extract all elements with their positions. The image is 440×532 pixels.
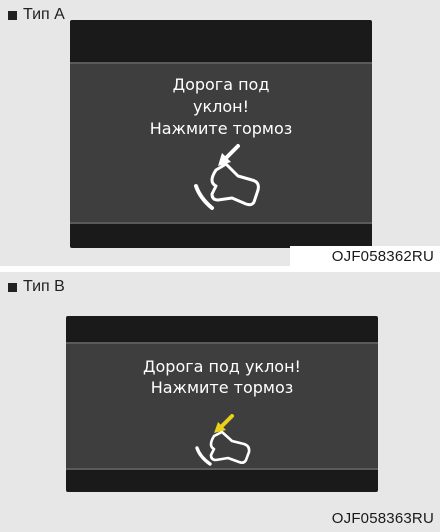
type-a-label-text: Тип A (23, 6, 65, 23)
type-a-cluster-screen: Дорога под уклон! Нажмите тормоз (70, 20, 372, 248)
type-b-label-text: Тип B (23, 278, 65, 295)
type-b-warning-message: Дорога под уклон! Нажмите тормоз (143, 356, 301, 398)
type-b-display: Дорога под уклон! Нажмите тормоз (66, 342, 378, 470)
type-b-figure-code: OJF058363RU (331, 510, 434, 527)
type-a-section: Тип A Дорога под уклон! Нажмите тормоз O… (0, 0, 440, 268)
type-a-label: Тип A (8, 6, 65, 24)
type-b-message-line-1: Дорога под уклон! (143, 357, 301, 376)
type-a-message-line-1: Дорога под (172, 75, 270, 94)
bullet-square-icon (8, 282, 17, 292)
type-a-warning-message: Дорога под уклон! Нажмите тормоз (150, 74, 293, 140)
type-a-figure-code: OJF058362RU (331, 248, 434, 265)
type-b-cluster-screen: Дорога под уклон! Нажмите тормоз (66, 316, 378, 492)
type-b-section: Тип B Дорога под уклон! Нажмите тормоз O… (0, 272, 440, 532)
brake-pedal-icon (182, 142, 266, 212)
type-b-label: Тип B (8, 278, 65, 296)
type-b-message-line-2: Нажмите тормоз (150, 378, 294, 397)
brake-pedal-icon (186, 414, 256, 466)
arrow-down-left-icon (218, 144, 240, 166)
bullet-square-icon (8, 10, 17, 20)
arrow-down-left-icon (214, 414, 234, 433)
type-a-message-line-2: уклон! (192, 97, 249, 116)
type-a-display: Дорога под уклон! Нажмите тормоз (70, 62, 372, 224)
type-a-message-line-3: Нажмите тормоз (149, 119, 293, 138)
